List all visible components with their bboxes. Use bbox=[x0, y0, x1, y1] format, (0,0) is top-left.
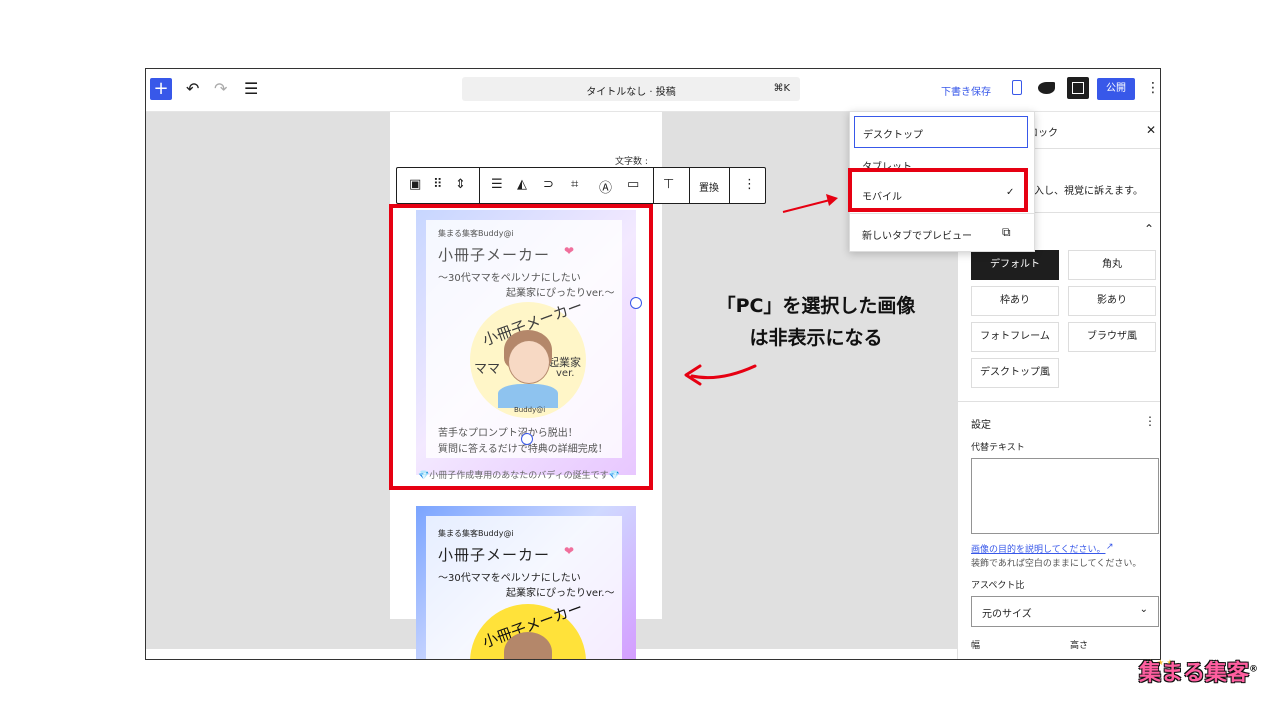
arrow-to-image bbox=[684, 364, 757, 386]
annotation-text: 「PC」を選択した画像 は非表示になる bbox=[690, 290, 942, 354]
arrow-to-mobile bbox=[782, 194, 838, 213]
logo-text: 集まる集客 bbox=[1139, 661, 1250, 686]
brand-logo: 集まる集客® bbox=[1139, 655, 1258, 687]
registered-mark: ® bbox=[1249, 664, 1259, 675]
annotation-arrows bbox=[684, 194, 838, 386]
annotation-line-1: 「PC」を選択した画像 bbox=[716, 295, 916, 317]
annotation-line-2: は非表示になる bbox=[749, 327, 883, 349]
